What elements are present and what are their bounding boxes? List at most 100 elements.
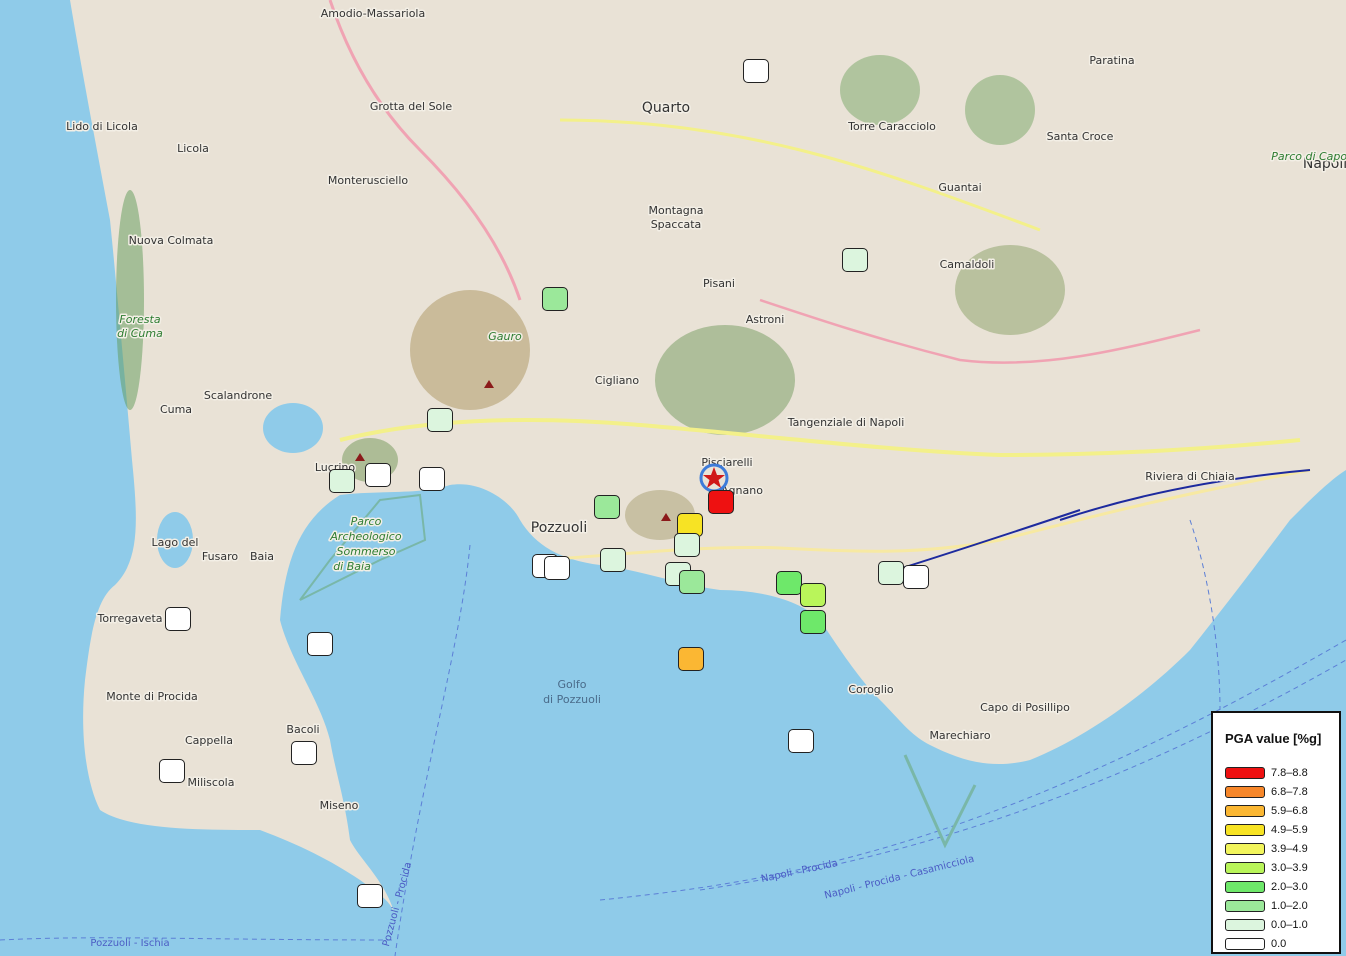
place-label: Capo di Posillipo <box>980 701 1070 714</box>
place-label: Golfo <box>558 678 587 691</box>
place-label: Miliscola <box>188 776 235 789</box>
legend-swatch <box>1225 900 1265 912</box>
station-marker[interactable] <box>159 759 185 783</box>
station-marker[interactable] <box>678 647 704 671</box>
place-label: Camaldoli <box>940 258 995 271</box>
legend-item: 2.0–3.0 <box>1225 880 1308 894</box>
place-label: Scalandrone <box>204 389 273 402</box>
station-marker[interactable] <box>365 463 391 487</box>
place-label: Baia <box>250 550 274 563</box>
station-marker[interactable] <box>878 561 904 585</box>
place-label: Quarto <box>642 100 690 116</box>
place-label: Parco di Capodimonte <box>1271 150 1346 163</box>
place-label: Lago del <box>152 536 199 549</box>
astroni-crater <box>655 325 795 435</box>
legend-item: 3.9–4.9 <box>1225 842 1308 856</box>
green-park <box>965 75 1035 145</box>
legend-item: 5.9–6.8 <box>1225 804 1308 818</box>
legend-swatch <box>1225 862 1265 874</box>
place-label: Pisani <box>703 277 735 290</box>
legend-item: 6.8–7.8 <box>1225 785 1308 799</box>
place-label: Grotta del Sole <box>370 100 452 113</box>
lake-averno <box>263 403 323 453</box>
station-marker[interactable] <box>357 884 383 908</box>
place-label: Bacoli <box>286 723 319 736</box>
legend-swatch <box>1225 767 1265 779</box>
station-marker[interactable] <box>544 556 570 580</box>
station-marker[interactable] <box>165 607 191 631</box>
station-marker[interactable] <box>674 533 700 557</box>
legend-swatch <box>1225 919 1265 931</box>
station-marker[interactable] <box>291 741 317 765</box>
legend-swatch <box>1225 881 1265 893</box>
place-label: di Pozzuoli <box>543 693 601 706</box>
legend-label: 2.0–3.0 <box>1271 881 1308 893</box>
place-label: Foresta <box>119 313 160 326</box>
legend-item: 1.0–2.0 <box>1225 899 1308 913</box>
place-label: Monterusciello <box>328 174 408 187</box>
legend-label: 0.0 <box>1271 938 1287 950</box>
station-marker[interactable] <box>307 632 333 656</box>
station-marker[interactable] <box>842 248 868 272</box>
legend-label: 6.8–7.8 <box>1271 786 1308 798</box>
place-label: Paratina <box>1089 54 1134 67</box>
legend-label: 0.0–1.0 <box>1271 919 1308 931</box>
station-marker[interactable] <box>903 565 929 589</box>
legend-label: 1.0–2.0 <box>1271 900 1308 912</box>
station-marker[interactable] <box>708 490 734 514</box>
station-marker[interactable] <box>600 548 626 572</box>
place-label: Fusaro <box>202 550 238 563</box>
station-marker[interactable] <box>743 59 769 83</box>
place-label: Spaccata <box>651 218 702 231</box>
place-label: Nuova Colmata <box>129 234 214 247</box>
legend-label: 4.9–5.9 <box>1271 824 1308 836</box>
place-label: Pozzuoli <box>531 520 587 536</box>
station-marker[interactable] <box>788 729 814 753</box>
station-marker[interactable] <box>594 495 620 519</box>
gauro-crater <box>410 290 530 410</box>
legend-item: 7.8–8.8 <box>1225 766 1308 780</box>
place-label: Parco <box>351 515 382 528</box>
place-label: Monte di Procida <box>106 690 198 703</box>
station-marker[interactable] <box>542 287 568 311</box>
place-label: Miseno <box>320 799 359 812</box>
place-label: Montagna <box>649 204 704 217</box>
foresta-di-cuma <box>116 190 144 410</box>
place-label: di Cuma <box>117 327 163 340</box>
station-marker[interactable] <box>800 610 826 634</box>
ferry-route-label: Pozzuoli - Ischia <box>90 938 169 949</box>
legend-label: 7.8–8.8 <box>1271 767 1308 779</box>
legend-label: 3.9–4.9 <box>1271 843 1308 855</box>
place-label: Coroglio <box>848 683 894 696</box>
pga-legend: PGA value [%g] 7.8–8.8 6.8–7.8 5.9–6.8 4.9–… <box>1211 711 1341 954</box>
place-label: Santa Croce <box>1047 130 1114 143</box>
place-label: Astroni <box>746 313 785 326</box>
station-marker[interactable] <box>679 570 705 594</box>
station-marker[interactable] <box>776 571 802 595</box>
legend-title: PGA value [%g] <box>1225 731 1322 746</box>
legend-item: 0.0–1.0 <box>1225 918 1308 932</box>
legend-item: 3.0–3.9 <box>1225 861 1308 875</box>
station-marker[interactable] <box>427 408 453 432</box>
map-canvas[interactable]: Amodio-Massariola Grotta del Sole Quarto Pa… <box>0 0 1346 956</box>
station-marker[interactable] <box>419 467 445 491</box>
legend-label: 5.9–6.8 <box>1271 805 1308 817</box>
legend-swatch <box>1225 843 1265 855</box>
green-park <box>840 55 920 125</box>
place-label: Gauro <box>488 330 522 343</box>
station-marker[interactable] <box>800 583 826 607</box>
place-label: Sommerso <box>337 545 396 558</box>
place-label: Tangenziale di Napoli <box>787 416 905 429</box>
place-label: Cuma <box>160 403 192 416</box>
legend-swatch <box>1225 824 1265 836</box>
station-marker[interactable] <box>329 469 355 493</box>
legend-item: 0.0 <box>1225 937 1286 951</box>
place-label: Torre Caracciolo <box>847 120 936 133</box>
place-label: Lido di Licola <box>66 120 138 133</box>
place-label: Guantai <box>938 181 981 194</box>
legend-swatch <box>1225 805 1265 817</box>
place-label: Licola <box>177 142 209 155</box>
place-label: di Baia <box>333 560 371 573</box>
place-label: Cigliano <box>595 374 640 387</box>
place-label: Amodio-Massariola <box>321 7 425 20</box>
